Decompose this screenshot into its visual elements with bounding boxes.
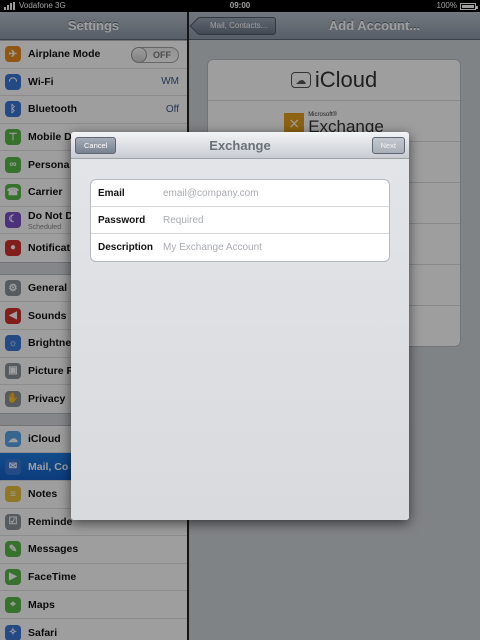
email-field[interactable] — [163, 187, 383, 199]
password-field[interactable] — [163, 214, 383, 226]
exchange-modal: Cancel Exchange Next Email Password Desc… — [71, 132, 409, 520]
modal-body: Email Password Description — [71, 159, 409, 520]
modal-title: Exchange — [209, 138, 271, 153]
description-field[interactable] — [163, 242, 383, 253]
email-label: Email — [98, 187, 125, 199]
description-label: Description — [98, 242, 154, 253]
modal-navbar: Cancel Exchange Next — [71, 132, 409, 159]
password-label: Password — [98, 214, 146, 226]
description-row: Description — [91, 234, 389, 261]
password-row: Password — [91, 207, 389, 234]
next-button[interactable]: Next — [371, 137, 405, 154]
email-row: Email — [91, 180, 389, 207]
exchange-form: Email Password Description — [90, 179, 390, 262]
